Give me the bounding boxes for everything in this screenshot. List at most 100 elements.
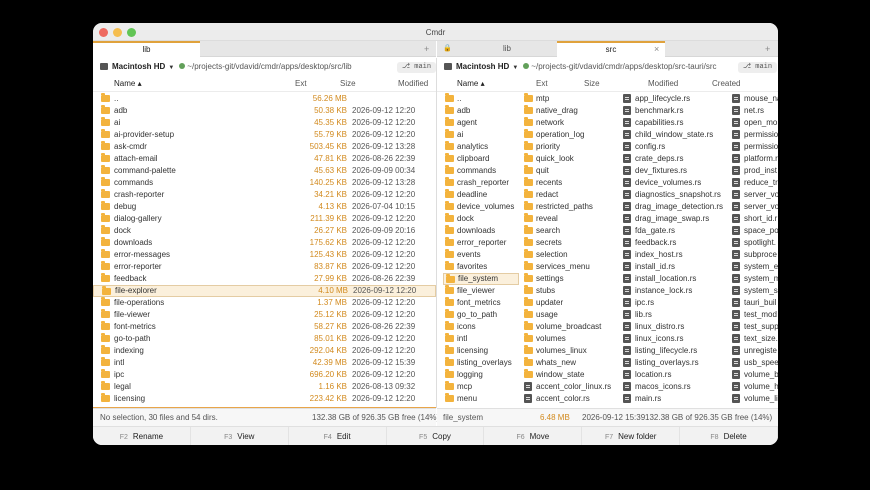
column-modified[interactable]: Modified (648, 76, 678, 92)
list-item[interactable]: error-messages 125.43 KB 2026-09-12 12:20 (93, 249, 436, 261)
path-text[interactable]: ~/projects-git/vdavid/cmdr/apps/desktop/… (531, 62, 716, 71)
list-item[interactable]: ai-provider-setup 55.79 KB 2026-09-12 12:2… (93, 129, 436, 141)
list-item[interactable]: dock (443, 213, 519, 225)
list-item[interactable]: feedback.rs (621, 237, 727, 249)
column-name[interactable]: Name ▴ (457, 76, 485, 92)
list-item[interactable]: ai (443, 129, 519, 141)
function-key-delete-button[interactable]: F8 Delete (680, 427, 778, 445)
list-item[interactable]: file_system (443, 273, 519, 285)
list-item[interactable]: macos_icons.rs (621, 381, 727, 393)
list-item[interactable]: dev_fixtures.rs (621, 165, 727, 177)
list-item[interactable]: file_viewer (443, 285, 519, 297)
list-item[interactable]: error-reporter 83.87 KB 2026-09-12 12:20 (93, 261, 436, 273)
column-name[interactable]: Name ▴ (114, 76, 142, 92)
list-item[interactable]: native_drag (522, 105, 618, 117)
column-size[interactable]: Size (340, 76, 356, 92)
list-item[interactable]: intl (443, 333, 519, 345)
new-tab-right-plus-icon[interactable]: + (765, 41, 770, 57)
list-item[interactable]: linux_distro.rs (621, 321, 727, 333)
list-item[interactable]: permissio (730, 141, 778, 153)
list-item[interactable]: diagnostics_snapshot.rs (621, 189, 727, 201)
list-item[interactable]: ipc 696.20 KB 2026-09-12 12:20 (93, 369, 436, 381)
list-item[interactable]: window_state (522, 369, 618, 381)
drive-selector[interactable]: Macintosh HD (456, 62, 509, 71)
list-item[interactable]: test_mod (730, 309, 778, 321)
list-item[interactable]: indexing 292.04 KB 2026-09-12 12:20 (93, 345, 436, 357)
list-item[interactable]: network (522, 117, 618, 129)
list-item[interactable]: downloads (443, 225, 519, 237)
list-item[interactable]: mouse_na (730, 93, 778, 105)
column-created[interactable]: Created (712, 76, 740, 92)
list-item[interactable]: whats_new (522, 357, 618, 369)
list-item[interactable]: listing_lifecycle.rs (621, 345, 727, 357)
list-item[interactable]: reduce_tr (730, 177, 778, 189)
function-key-copy-button[interactable]: F5 Copy (387, 427, 485, 445)
list-item[interactable]: clipboard (443, 153, 519, 165)
list-item[interactable]: secrets (522, 237, 618, 249)
list-item[interactable]: feedback 27.99 KB 2026-08-26 22:39 (93, 273, 436, 285)
tab-right-lib[interactable]: lib (457, 41, 557, 57)
list-item[interactable]: server_vo (730, 201, 778, 213)
list-item[interactable]: recents (522, 177, 618, 189)
list-item[interactable]: menu (443, 393, 519, 405)
list-item[interactable]: capabilities.rs (621, 117, 727, 129)
drive-selector[interactable]: Macintosh HD (112, 62, 165, 71)
list-item[interactable]: usb_spee (730, 357, 778, 369)
list-item[interactable]: device_volumes.rs (621, 177, 727, 189)
column-ext[interactable]: Ext (295, 76, 307, 92)
list-item[interactable]: config.rs (621, 141, 727, 153)
column-size[interactable]: Size (584, 76, 600, 92)
function-key-edit-button[interactable]: F4 Edit (289, 427, 387, 445)
list-item[interactable]: install_id.rs (621, 261, 727, 273)
list-item[interactable]: accent_color.rs (522, 393, 618, 405)
list-item[interactable]: usage (522, 309, 618, 321)
list-item[interactable]: dock 26.27 KB 2026-09-09 20:16 (93, 225, 436, 237)
list-item[interactable]: stubs (522, 285, 618, 297)
list-item[interactable]: lib.rs (621, 309, 727, 321)
list-item[interactable]: licensing 223.42 KB 2026-09-12 12:20 (93, 393, 436, 405)
list-item[interactable]: benchmark.rs (621, 105, 727, 117)
list-item[interactable]: redact (522, 189, 618, 201)
list-item[interactable]: net.rs (730, 105, 778, 117)
list-item[interactable]: analytics (443, 141, 519, 153)
list-item[interactable]: file-operations 1.37 MB 2026-09-12 12:20 (93, 297, 436, 309)
list-item[interactable]: system_m (730, 273, 778, 285)
list-item[interactable]: intl 42.39 MB 2026-09-12 15:39 (93, 357, 436, 369)
list-item[interactable]: dialog-gallery 211.39 KB 2026-09-12 12:20 (93, 213, 436, 225)
list-item[interactable]: volumes (522, 333, 618, 345)
list-item[interactable]: unregiste (730, 345, 778, 357)
path-text[interactable]: ~/projects-git/vdavid/cmdr/apps/desktop/… (187, 62, 351, 71)
list-item[interactable]: icons (443, 321, 519, 333)
list-item[interactable]: ai 45.35 KB 2026-09-12 12:20 (93, 117, 436, 129)
list-item[interactable]: file-viewer 25.12 KB 2026-09-12 12:20 (93, 309, 436, 321)
list-item[interactable]: font-metrics 58.27 KB 2026-08-26 22:39 (93, 321, 436, 333)
list-item[interactable]: linux_icons.rs (621, 333, 727, 345)
list-item[interactable]: test_supp (730, 321, 778, 333)
list-item[interactable]: quick_look (522, 153, 618, 165)
list-item[interactable]: crash-reporter 34.21 KB 2026-09-12 12:20 (93, 189, 436, 201)
list-item[interactable]: space_po (730, 225, 778, 237)
list-item[interactable]: commands 140.25 KB 2026-09-12 13:28 (93, 177, 436, 189)
list-item[interactable]: platform.r (730, 153, 778, 165)
list-item[interactable]: child_window_state.rs (621, 129, 727, 141)
tab-left-lib[interactable]: lib (93, 41, 200, 57)
list-item[interactable]: system_s (730, 285, 778, 297)
list-item[interactable]: reveal (522, 213, 618, 225)
list-item[interactable]: short_id.r (730, 213, 778, 225)
list-item[interactable]: subproce (730, 249, 778, 261)
list-item[interactable]: priority (522, 141, 618, 153)
list-item[interactable]: listing_overlays (443, 357, 519, 369)
list-item[interactable]: attach-email 47.81 KB 2026-08-26 22:39 (93, 153, 436, 165)
list-item[interactable]: adb 50.38 KB 2026-09-12 12:20 (93, 105, 436, 117)
close-tab-icon[interactable]: × (654, 41, 659, 57)
function-key-rename-button[interactable]: F2 Rename (93, 427, 191, 445)
list-item[interactable]: selection (522, 249, 618, 261)
list-item[interactable]: .. 56.26 MB (93, 93, 436, 105)
list-item[interactable]: favorites (443, 261, 519, 273)
list-item[interactable]: settings (522, 273, 618, 285)
list-item[interactable]: font_metrics (443, 297, 519, 309)
function-key-view-button[interactable]: F3 View (191, 427, 289, 445)
list-item[interactable]: adb (443, 105, 519, 117)
chevron-down-icon[interactable]: ▼ (512, 65, 518, 71)
list-item[interactable]: fda_gate.rs (621, 225, 727, 237)
